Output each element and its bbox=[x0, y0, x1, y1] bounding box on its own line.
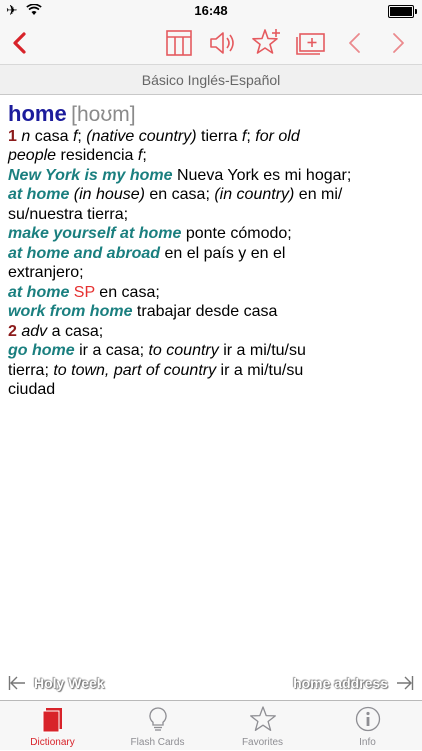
entry-line: go home ir a casa; to country ir a mi/tu… bbox=[8, 341, 414, 361]
region-label: SP bbox=[73, 283, 95, 301]
lightbulb-icon bbox=[148, 707, 167, 731]
card-plus-icon bbox=[296, 33, 325, 55]
grammar-label: n bbox=[21, 127, 31, 145]
translation-text: extranjero; bbox=[8, 264, 84, 281]
toolbar bbox=[0, 22, 422, 64]
grammar-label: (native country) bbox=[86, 127, 197, 145]
tab-label: Favorites bbox=[241, 737, 284, 748]
grammar-label: adv bbox=[21, 322, 48, 340]
entry-line: ciudad bbox=[8, 380, 414, 400]
translation-text: en casa; bbox=[94, 283, 160, 301]
translation-text: su/nuestra tierra; bbox=[8, 205, 129, 223]
previous-entry-button[interactable] bbox=[338, 26, 372, 60]
grammar-label: for old bbox=[255, 127, 300, 145]
sense-number: 1 bbox=[8, 127, 17, 145]
translation-text: casa bbox=[30, 127, 73, 145]
tab-label: Flash Cards bbox=[130, 737, 185, 748]
entry-body: 1 n casa f; (native country) tierra f; f… bbox=[8, 127, 414, 400]
status-time: 16:48 bbox=[194, 3, 228, 18]
entry-line: extranjero; bbox=[8, 263, 414, 283]
entry-line: people residencia f; bbox=[8, 146, 414, 166]
battery-icon bbox=[388, 5, 417, 18]
entry-line: New York is my home Nueva York es mi hog… bbox=[8, 166, 414, 186]
translation-text: residencia bbox=[56, 147, 138, 164]
tab-bar: Dictionary Flash Cards Favorites Info bbox=[0, 700, 422, 750]
dictionary-title: Básico Inglés-Español bbox=[141, 72, 281, 88]
sense-number: 2 bbox=[8, 322, 17, 340]
entry-line: su/nuestra tierra; bbox=[8, 205, 414, 225]
table-button[interactable] bbox=[162, 26, 196, 60]
grammar-label: to country bbox=[148, 342, 219, 359]
chevron-left-icon bbox=[349, 33, 360, 53]
back-button[interactable] bbox=[3, 26, 37, 60]
example-phrase[interactable]: go home bbox=[8, 342, 75, 359]
grammar-label: (in house) bbox=[73, 186, 145, 203]
translation-text: Nueva York es mi hogar; bbox=[172, 166, 352, 184]
entry-line: tierra; to town, part of country ir a mi… bbox=[8, 361, 414, 381]
tab-label: Info bbox=[359, 737, 376, 748]
entry-heading: home [hoʊm] bbox=[8, 102, 414, 127]
table-icon bbox=[166, 30, 192, 56]
translation-text: ; bbox=[246, 127, 256, 145]
translation-text: tierra; bbox=[8, 361, 54, 379]
entry-line: make yourself at home ponte cómodo; bbox=[8, 224, 414, 244]
entry-navigation: Holy Week home address bbox=[0, 674, 422, 696]
chevron-left-icon bbox=[13, 32, 26, 54]
translation-text: en mi/ bbox=[294, 186, 343, 203]
example-phrase[interactable]: at home bbox=[8, 284, 69, 301]
add-favorite-button[interactable] bbox=[249, 26, 283, 60]
info-icon bbox=[355, 706, 380, 732]
example-phrase[interactable]: New York is my home bbox=[8, 167, 173, 184]
tab-flash-cards[interactable]: Flash Cards bbox=[105, 701, 210, 751]
example-phrase[interactable]: work from home bbox=[8, 303, 132, 320]
entry-line: at home SP en casa; bbox=[8, 283, 414, 303]
tab-dictionary[interactable]: Dictionary bbox=[0, 701, 105, 751]
entry-line: at home and abroad en el país y en el bbox=[8, 244, 414, 264]
star-icon bbox=[249, 706, 276, 731]
book-icon bbox=[42, 708, 62, 733]
speaker-icon bbox=[210, 32, 234, 54]
arrow-right-bar-icon bbox=[397, 676, 414, 690]
translation-text: ; bbox=[77, 127, 87, 145]
example-phrase[interactable]: at home bbox=[8, 186, 69, 203]
translation-text: ponte cómodo; bbox=[181, 225, 292, 242]
dictionary-entry: home [hoʊm] 1 n casa f; (native country)… bbox=[8, 102, 414, 400]
tab-favorites[interactable]: Favorites bbox=[210, 701, 315, 751]
translation-text: a casa; bbox=[47, 322, 104, 340]
translation-text: tierra bbox=[196, 127, 242, 145]
grammar-label: to town, part of country bbox=[53, 361, 217, 379]
translation-text: ciudad bbox=[8, 381, 56, 398]
add-flashcard-button[interactable] bbox=[293, 26, 327, 60]
example-phrase[interactable]: make yourself at home bbox=[8, 225, 181, 242]
example-phrase[interactable]: at home and abroad bbox=[8, 245, 160, 262]
translation-text: en casa; bbox=[144, 186, 215, 203]
previous-entry-label: Holy Week bbox=[34, 675, 105, 691]
entry-line: work from home trabajar desde casa bbox=[8, 302, 414, 322]
translation-text: en el país y en el bbox=[160, 244, 286, 262]
pronounce-button[interactable] bbox=[205, 26, 239, 60]
grammar-label: people bbox=[8, 147, 57, 164]
status-bar: ✈ 16:48 bbox=[0, 0, 422, 22]
tab-label: Dictionary bbox=[30, 737, 75, 748]
arrow-left-bar-icon bbox=[8, 676, 25, 690]
translation-text: ir a mi/tu/su bbox=[218, 342, 306, 359]
pronunciation: [hoʊm] bbox=[71, 103, 136, 126]
star-plus-icon bbox=[252, 29, 280, 54]
dictionary-title-bar: Básico Inglés-Español bbox=[0, 64, 422, 95]
tab-info[interactable]: Info bbox=[315, 701, 420, 751]
translation-text: ; bbox=[142, 147, 147, 164]
entry-line: at home (in house) en casa; (in country)… bbox=[8, 185, 414, 205]
previous-entry-link[interactable]: Holy Week bbox=[8, 674, 105, 692]
chevron-right-icon bbox=[393, 33, 404, 53]
next-entry-link[interactable]: home address bbox=[293, 674, 414, 692]
entry-line: 2 adv a casa; bbox=[8, 322, 414, 342]
next-entry-label: home address bbox=[293, 675, 388, 691]
next-entry-button[interactable] bbox=[381, 26, 415, 60]
entry-line: 1 n casa f; (native country) tierra f; f… bbox=[8, 127, 414, 147]
headword: home bbox=[8, 101, 67, 126]
translation-text: trabajar desde casa bbox=[132, 303, 278, 320]
translation-text: ir a mi/tu/su bbox=[216, 361, 304, 379]
translation-text: ir a casa; bbox=[74, 342, 149, 359]
grammar-label: (in country) bbox=[214, 186, 295, 203]
